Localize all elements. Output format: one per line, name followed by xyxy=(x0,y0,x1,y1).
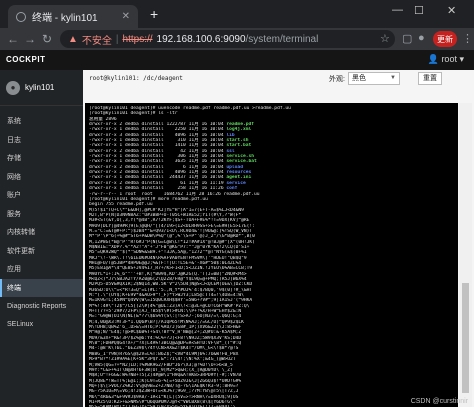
sidebar-item[interactable]: 账户 xyxy=(0,186,83,205)
watermark: CSDN @curstinnir xyxy=(410,398,468,405)
sidebar-item[interactable]: 存储 xyxy=(0,149,83,168)
host-name: kylin101 xyxy=(25,83,55,92)
sidebar-nav: 系统 日志 存储 网络 账户 服务 内核转储 软件更新 应用 终端 Diagnostic Repor… xyxy=(0,112,83,334)
cockpit-topbar: COCKPIT 👤 root ▾ xyxy=(0,50,474,70)
sidebar-item[interactable]: Diagnostic Reports xyxy=(0,297,83,316)
browser-tab-bar: 终端 - kylin101 ✕ + — ☐ ✕ xyxy=(0,0,474,28)
chevron-down-icon: ▾ xyxy=(459,54,464,64)
reset-button[interactable]: 重置 xyxy=(418,72,442,85)
minimize-icon[interactable]: — xyxy=(392,4,403,16)
appearance-select[interactable]: 黑色 ▼ xyxy=(348,72,400,85)
insecure-label: 不安全 xyxy=(81,35,112,47)
sidebar-item[interactable]: 软件更新 xyxy=(0,242,83,261)
sidebar-item[interactable]: SELinux xyxy=(0,316,83,335)
scrollbar-thumb[interactable] xyxy=(462,283,469,393)
maximize-icon[interactable]: ☐ xyxy=(414,4,424,17)
forward-icon[interactable]: → xyxy=(24,32,36,46)
terminal-screen[interactable]: [root@kylin101 deagent]# uuencode readme… xyxy=(85,103,458,407)
sidebar-item[interactable]: 内核转储 xyxy=(0,223,83,242)
user-name: root xyxy=(441,54,457,64)
close-window-icon[interactable]: ✕ xyxy=(447,4,456,17)
browser-tab[interactable]: 终端 - kylin101 ✕ xyxy=(8,5,138,28)
sidebar-item[interactable]: 网络 xyxy=(0,168,83,187)
sidebar-item[interactable]: 应用 xyxy=(0,260,83,279)
sidebar-item[interactable]: 终端 xyxy=(0,278,83,297)
url-separator: | xyxy=(115,33,119,45)
close-tab-icon[interactable]: ✕ xyxy=(122,11,130,22)
user-menu[interactable]: 👤 root ▾ xyxy=(428,54,464,65)
url-input[interactable]: ▲ 不安全 | https:// 192.168.100.6:9090/syst… xyxy=(60,30,395,48)
sidebar-item[interactable]: 服务 xyxy=(0,205,83,224)
terminal-scrollbar[interactable] xyxy=(459,103,472,407)
url-host: 192.168.100.6:9090 xyxy=(156,33,246,45)
url-path: /system/terminal xyxy=(245,33,319,45)
host-avatar-icon: ● xyxy=(6,80,20,95)
user-icon: 👤 xyxy=(427,54,439,64)
sidebar-item[interactable]: 系统 xyxy=(0,112,83,131)
sidebar: ● kylin101 系统 日志 存储 网络 账户 服务 内核转储 软件更新 应用 终端 Diagn… xyxy=(0,70,83,407)
chevron-down-icon: ▼ xyxy=(390,75,396,81)
terminal-title: root@kylin101: /dc/deagent xyxy=(89,75,183,82)
cockpit-brand: COCKPIT xyxy=(6,55,46,64)
extensions-icon[interactable]: ▢ xyxy=(402,32,412,45)
profile-icon[interactable]: ● xyxy=(418,32,425,44)
new-tab-button[interactable]: + xyxy=(150,7,158,21)
terminal-header: root@kylin101: /dc/deagent 外观: 黑色 ▼ 重置 xyxy=(83,70,474,87)
bookmark-star-icon[interactable]: ☆ xyxy=(380,32,390,45)
update-button[interactable]: 更新 xyxy=(433,31,457,47)
appearance-value: 黑色 xyxy=(352,75,366,82)
tab-title: 终端 - kylin101 xyxy=(32,13,98,24)
warning-icon: ▲ xyxy=(68,33,78,45)
appearance-label: 外观: xyxy=(329,76,345,83)
main-content: root@kylin101: /dc/deagent 外观: 黑色 ▼ 重置 [… xyxy=(83,70,474,407)
reload-icon[interactable]: ↻ xyxy=(42,32,52,46)
host-switcher[interactable]: ● kylin101 xyxy=(0,70,83,106)
url-scheme: https:// xyxy=(122,33,153,45)
back-icon[interactable]: ← xyxy=(7,32,19,46)
browser-menu-icon[interactable]: ⋮ xyxy=(462,32,473,45)
address-bar-row: ← → ↻ ▲ 不安全 | https:// 192.168.100.6:909… xyxy=(0,28,474,50)
globe-icon xyxy=(16,11,26,22)
sidebar-item[interactable]: 日志 xyxy=(0,131,83,150)
